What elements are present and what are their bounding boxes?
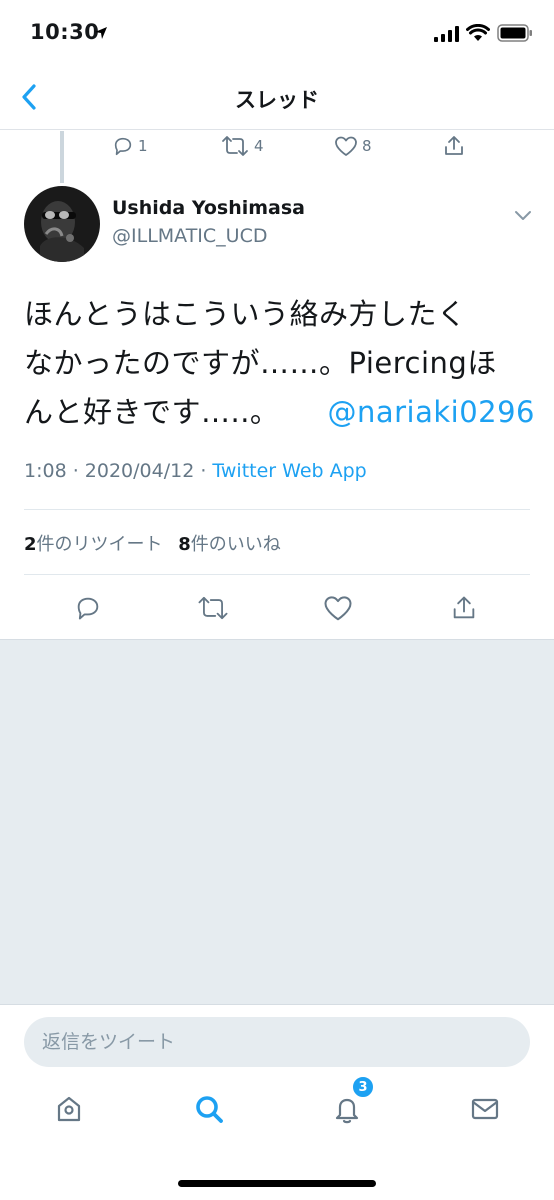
reply-input[interactable] [24,1017,530,1067]
battery-icon [497,24,532,42]
tweet-text: ほんとうはこういう絡み方したく なかったのですが……。Piercingほ んと好… [24,290,535,437]
tweet-timestamp: 1:08 · 2020/04/12 · [24,460,213,482]
status-bar: 10:30 [0,0,554,66]
share-button[interactable] [446,590,482,626]
tab-bar: 3 [0,1075,554,1143]
likes-stat[interactable]: 8件のいいね [178,534,281,555]
nav-bar: スレッド [0,66,554,130]
previous-reply-count: 1 [138,137,148,155]
chevron-down-icon [515,211,531,220]
status-time: 10:30 [30,20,100,44]
tab-notifications[interactable]: 3 [325,1075,375,1131]
divider [24,509,530,510]
mention-link[interactable]: @nariaki0296 [327,395,535,429]
previous-retweet-count: 4 [254,137,264,155]
retweet-icon [198,596,228,620]
like-label: 件のいいね [190,534,281,555]
tweet-metadata: 1:08 · 2020/04/12 · Twitter Web App [24,460,367,482]
bottom-panel: 3 [0,1004,554,1200]
avatar[interactable] [24,186,100,262]
reply-button[interactable] [70,590,106,626]
wifi-icon [466,24,490,41]
share-icon [453,596,475,619]
retweet-label: 件のリツイート [36,534,163,555]
display-name[interactable]: Ushida Yoshimasa [112,197,305,219]
home-indicator [178,1180,376,1187]
mail-icon [471,1098,499,1120]
tweet-text-segment: んと好きです…..。 [24,395,280,429]
previous-share-button[interactable] [442,131,466,161]
like-count: 8 [178,534,191,555]
retweet-button[interactable] [195,590,231,626]
location-arrow-icon [95,27,107,39]
share-icon [445,136,463,155]
retweets-stat[interactable]: 2件のリツイート [24,534,163,555]
notification-badge: 3 [351,1075,375,1099]
tweet-stats: 2件のリツイート 8件のいいね [24,530,281,556]
tweet-actions [0,590,554,626]
heart-icon [324,596,352,621]
tab-search[interactable] [187,1087,231,1131]
divider [24,574,530,575]
previous-reply-button[interactable]: 1 [112,131,148,161]
tab-home[interactable] [47,1087,91,1131]
like-button[interactable] [320,590,356,626]
tweet-text-line: んと好きです…..。 @nariaki0296 [24,388,535,437]
home-icon [57,1096,81,1122]
reply-icon [114,137,132,156]
tweet-text-line: ほんとうはこういう絡み方したく [24,297,467,331]
tweet-text-line: なかったのですが……。Piercingほ [24,346,497,380]
tweet-menu-button[interactable] [510,202,536,228]
page-title: スレッド [235,88,319,112]
previous-like-count: 8 [362,137,372,155]
search-icon [196,1096,223,1123]
previous-tweet-actions: 1 4 8 [0,131,554,161]
signal-icon [434,26,459,42]
tab-messages[interactable] [463,1087,507,1131]
reply-icon [77,597,99,620]
previous-retweet-button[interactable]: 4 [220,131,264,161]
avatar-photo [24,186,100,262]
retweet-count: 2 [24,534,37,555]
tweet-source-link[interactable]: Twitter Web App [212,460,366,482]
heart-icon [335,136,357,156]
user-handle[interactable]: @ILLMATIC_UCD [112,225,267,247]
retweet-icon [222,136,248,156]
empty-replies-area [0,639,554,1004]
previous-like-button[interactable]: 8 [334,131,372,161]
